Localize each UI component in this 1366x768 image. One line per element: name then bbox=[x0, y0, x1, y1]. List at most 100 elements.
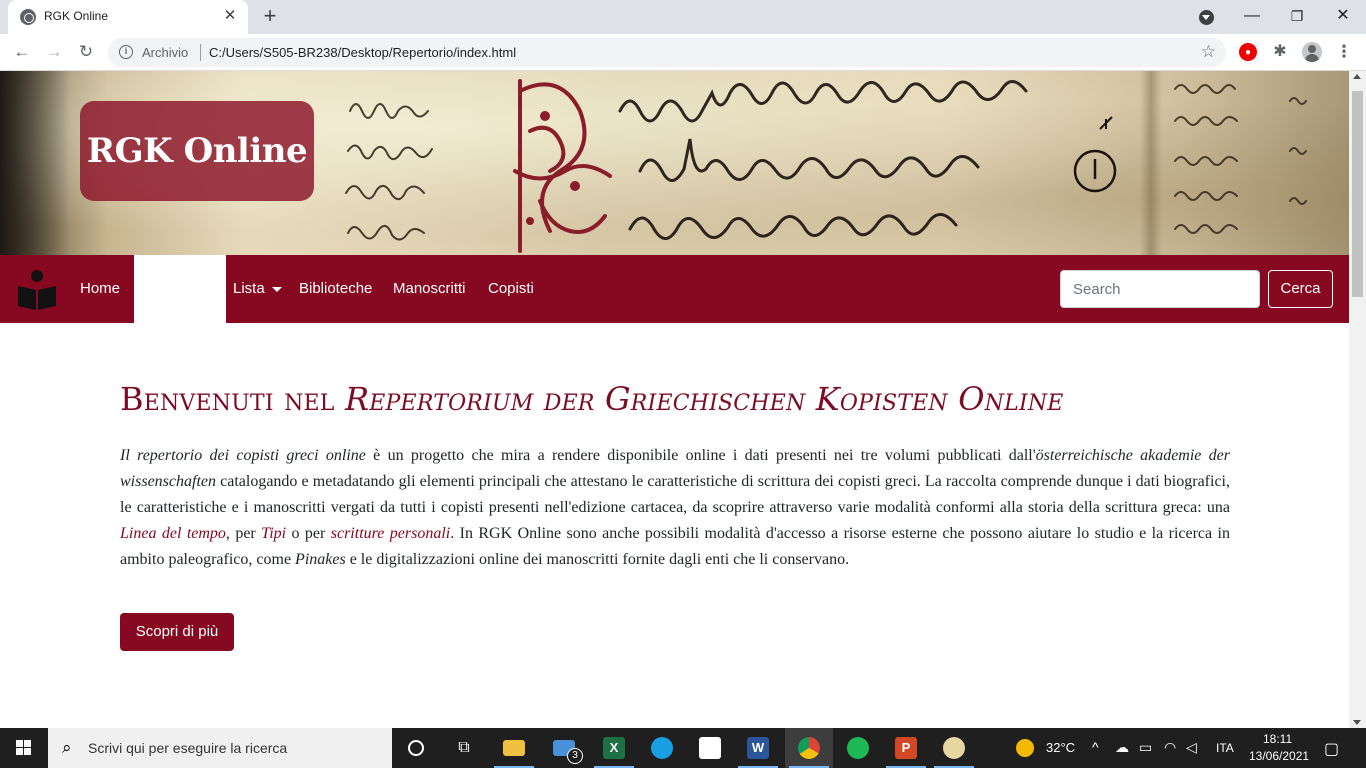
minimize-icon[interactable]: — bbox=[1240, 4, 1264, 28]
wifi-icon[interactable]: ◠ bbox=[1164, 739, 1176, 756]
taskbar-store[interactable] bbox=[686, 728, 734, 768]
nav-copisti[interactable]: Copisti bbox=[488, 280, 534, 297]
address-url[interactable]: C:/Users/S505-BR238/Desktop/Repertorio/i… bbox=[209, 45, 516, 60]
address-scheme-label: Archivio bbox=[142, 45, 189, 60]
intro-text-3: , per bbox=[225, 525, 262, 542]
nav-lista-dropdown[interactable]: Lista bbox=[233, 280, 282, 297]
search-input[interactable] bbox=[1060, 270, 1260, 308]
paint-palette-icon bbox=[943, 737, 965, 759]
browser-tabstrip: RGK Online ✕ + — ❐ ✕ bbox=[0, 0, 1366, 34]
learn-more-button[interactable]: Scopri di più bbox=[120, 613, 234, 651]
site-navbar: Home Lista Biblioteche Manoscritti Copis… bbox=[0, 255, 1349, 323]
page-viewport: RGK Online Home Lista Biblioteche Manosc… bbox=[0, 71, 1349, 728]
page-title: Benvenuti nel Repertorium der Griechisch… bbox=[120, 380, 1064, 418]
scroll-down-arrow-icon[interactable] bbox=[1353, 720, 1361, 725]
language-indicator[interactable]: ITA bbox=[1216, 741, 1234, 755]
folder-icon bbox=[503, 740, 525, 756]
clock-time[interactable]: 18:11 bbox=[1263, 732, 1292, 746]
search-icon: ⌕ bbox=[62, 738, 72, 757]
taskbar-explorer[interactable] bbox=[490, 728, 538, 768]
task-view-icon: ⧉ bbox=[458, 739, 470, 756]
page-scrollbar[interactable] bbox=[1349, 71, 1366, 728]
address-separator bbox=[200, 44, 201, 61]
tab-search-icon[interactable] bbox=[1199, 10, 1214, 25]
excel-icon: X bbox=[603, 737, 625, 759]
globe-icon bbox=[20, 9, 36, 25]
word-icon: W bbox=[747, 737, 769, 759]
search-button[interactable]: Cerca bbox=[1268, 270, 1333, 308]
nav-home[interactable]: Home bbox=[80, 280, 120, 297]
nav-biblioteche[interactable]: Biblioteche bbox=[299, 280, 372, 297]
spotify-icon bbox=[847, 737, 869, 759]
page-title-plain: Benvenuti nel bbox=[120, 380, 345, 418]
intro-pinakes: Pinakes bbox=[295, 551, 346, 568]
intro-text-6: e le digitalizzazioni online dei manoscr… bbox=[345, 551, 850, 568]
chrome-icon bbox=[798, 737, 820, 759]
windows-logo-icon bbox=[16, 740, 32, 756]
link-tipi[interactable]: Tipi bbox=[261, 525, 286, 542]
powerpoint-icon: P bbox=[895, 737, 917, 759]
store-bag-icon bbox=[699, 737, 721, 759]
weather-temperature[interactable]: 32°C bbox=[1046, 740, 1075, 755]
scroll-up-arrow-icon[interactable] bbox=[1353, 74, 1361, 79]
taskbar-excel[interactable]: X bbox=[590, 728, 638, 768]
notification-icon[interactable]: ▢ bbox=[1324, 739, 1339, 759]
site-logo-text: RGK Online bbox=[86, 131, 308, 171]
maximize-icon[interactable]: ❐ bbox=[1285, 4, 1309, 28]
mail-badge: 3 bbox=[567, 748, 583, 764]
taskbar-powerpoint[interactable]: P bbox=[882, 728, 930, 768]
site-logo-box[interactable]: RGK Online bbox=[80, 101, 314, 201]
clock-date[interactable]: 13/06/2021 bbox=[1249, 749, 1309, 763]
back-icon[interactable]: ← bbox=[10, 40, 34, 64]
chrome-menu-icon[interactable]: ⋮ bbox=[1334, 42, 1354, 62]
intro-text-4: o per bbox=[286, 525, 331, 542]
header-banner: RGK Online bbox=[0, 71, 1349, 255]
cortana-circle-icon bbox=[408, 740, 424, 756]
page-title-italic: Repertorium der Griechischen Kopisten On… bbox=[345, 380, 1064, 418]
edge-icon bbox=[651, 737, 673, 759]
taskbar-chrome[interactable] bbox=[785, 728, 833, 768]
reader-book-icon[interactable] bbox=[16, 268, 58, 310]
caret-down-icon bbox=[271, 286, 282, 292]
taskbar-search-placeholder: Scrivi qui per eseguire la ricerca bbox=[88, 740, 288, 756]
weather-sun-icon[interactable] bbox=[1016, 739, 1034, 757]
reload-icon[interactable]: ↻ bbox=[74, 40, 98, 64]
link-linea-del-tempo[interactable]: Linea del tempo bbox=[120, 525, 226, 542]
start-button[interactable] bbox=[0, 728, 48, 768]
nav-highlight-blank bbox=[134, 255, 226, 323]
taskbar-search-box[interactable]: ⌕ Scrivi qui per eseguire la ricerca bbox=[48, 728, 392, 768]
cortana-button[interactable] bbox=[392, 728, 440, 768]
taskbar-mail[interactable]: 3 bbox=[540, 728, 588, 768]
taskbar-paint[interactable] bbox=[930, 728, 978, 768]
intro-text-1: è un progetto che mira a rendere disponi… bbox=[365, 447, 1036, 464]
task-view-button[interactable]: ⧉ bbox=[440, 728, 488, 768]
link-scritture-personali[interactable]: scritture personali bbox=[331, 525, 450, 542]
info-icon[interactable]: i bbox=[119, 45, 133, 59]
volume-icon[interactable]: ◁ bbox=[1186, 739, 1197, 756]
intro-paragraph: Il repertorio dei copisti greci online è… bbox=[120, 443, 1230, 573]
scroll-thumb[interactable] bbox=[1352, 91, 1363, 297]
close-window-icon[interactable]: ✕ bbox=[1331, 4, 1355, 28]
battery-icon[interactable]: ▭ bbox=[1139, 739, 1152, 756]
bookmark-star-icon[interactable]: ☆ bbox=[1201, 42, 1216, 62]
onedrive-cloud-icon[interactable]: ☁ bbox=[1115, 739, 1129, 756]
tab-title: RGK Online bbox=[44, 9, 109, 23]
extension-shield-icon[interactable]: ● bbox=[1239, 43, 1257, 61]
tab-close-icon[interactable]: ✕ bbox=[220, 6, 240, 26]
forward-icon[interactable]: → bbox=[42, 40, 66, 64]
extensions-puzzle-icon[interactable]: ✱ bbox=[1270, 42, 1290, 62]
tray-chevron-up-icon[interactable]: ^ bbox=[1092, 739, 1099, 755]
browser-toolbar: ← → ↻ i Archivio C:/Users/S505-BR238/Des… bbox=[0, 34, 1366, 71]
nav-manoscritti[interactable]: Manoscritti bbox=[393, 280, 466, 297]
intro-project-name: Il repertorio dei copisti greci online bbox=[120, 447, 366, 464]
nav-lista-label: Lista bbox=[233, 280, 265, 297]
taskbar-edge[interactable] bbox=[638, 728, 686, 768]
address-bar[interactable]: i Archivio C:/Users/S505-BR238/Desktop/R… bbox=[108, 38, 1226, 67]
taskbar-word[interactable]: W bbox=[734, 728, 782, 768]
windows-taskbar: ⌕ Scrivi qui per eseguire la ricerca ⧉ 3… bbox=[0, 728, 1366, 768]
profile-avatar[interactable] bbox=[1302, 42, 1322, 62]
new-tab-icon[interactable]: + bbox=[258, 4, 282, 28]
taskbar-spotify[interactable] bbox=[834, 728, 882, 768]
intro-text-2: catalogando e metadatando gli elementi p… bbox=[120, 473, 1230, 516]
browser-tab[interactable]: RGK Online ✕ bbox=[8, 0, 248, 34]
